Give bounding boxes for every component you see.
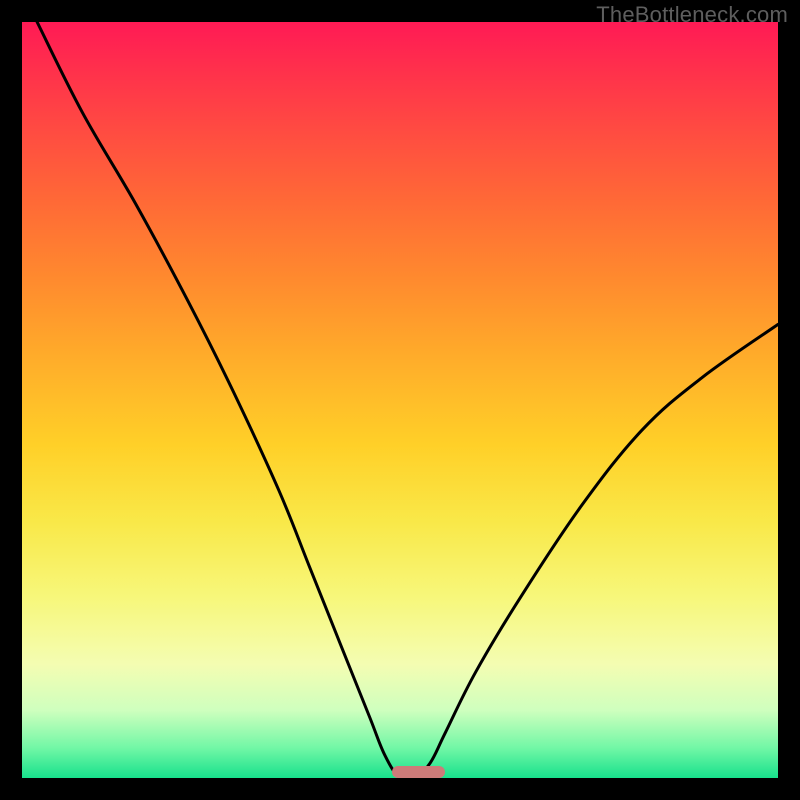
chart-frame: TheBottleneck.com [0,0,800,800]
watermark-text: TheBottleneck.com [596,2,788,28]
bottleneck-curve [22,22,778,778]
optimal-range-marker [392,766,445,778]
plot-area [22,22,778,778]
